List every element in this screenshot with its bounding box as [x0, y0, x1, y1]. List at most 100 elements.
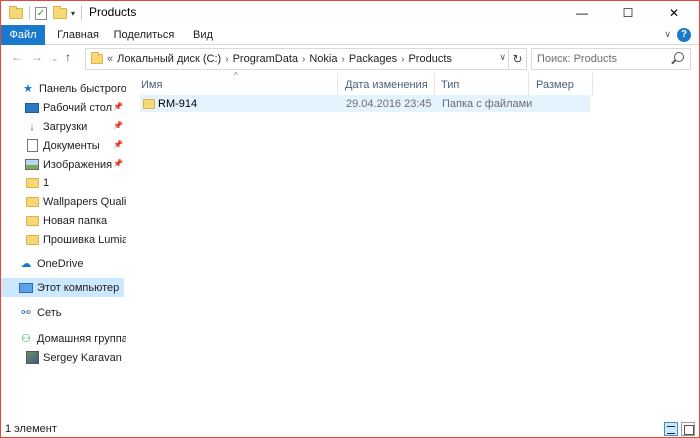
table-row[interactable]: RM-914 29.04.2016 23:45 Папка с файлами: [140, 95, 590, 112]
back-button[interactable]: ←: [11, 50, 23, 64]
tab-home[interactable]: Главная: [51, 25, 105, 45]
up-button[interactable]: ↑: [65, 50, 71, 64]
column-header-date[interactable]: Дата изменения: [338, 77, 434, 94]
item-count: 1 элемент: [5, 423, 57, 435]
folder-icon: [25, 176, 39, 190]
sidebar-item-label: Изображения: [43, 158, 113, 171]
sidebar-item-label: Рабочий стол: [43, 101, 113, 114]
search-input[interactable]: [537, 50, 672, 68]
sidebar-item-quick-access[interactable]: ★ Панель быстрого доступа: [21, 79, 126, 98]
cloud-icon: ☁: [20, 258, 32, 270]
sidebar-item-downloads[interactable]: ↓ Загрузки: [25, 117, 126, 136]
minimize-button[interactable]: —: [559, 1, 605, 25]
title-bar: ✓ ▾ Products — ☐ ✕: [1, 1, 699, 25]
breadcrumb-overflow[interactable]: «: [107, 53, 113, 65]
network-icon: ⚯: [21, 307, 31, 319]
column-divider[interactable]: [592, 73, 593, 95]
breadcrumb-nokia[interactable]: Nokia: [309, 53, 337, 65]
help-icon[interactable]: ?: [677, 28, 691, 42]
sidebar-item-folder-1[interactable]: 1: [25, 173, 126, 192]
sidebar-item-desktop[interactable]: Рабочий стол: [25, 98, 126, 117]
expand-ribbon-button[interactable]: ∨: [664, 29, 671, 40]
folder-icon: [143, 98, 155, 109]
window-title: Products: [89, 5, 137, 19]
refresh-button[interactable]: ↻: [509, 48, 527, 70]
sidebar-item-label: Новая папка: [43, 214, 108, 227]
sidebar-item-label: Сеть: [37, 306, 62, 319]
chevron-right-icon[interactable]: ›: [401, 54, 404, 65]
close-button[interactable]: ✕: [651, 1, 697, 25]
user-icon: [25, 351, 39, 365]
large-icons-view-button[interactable]: [681, 422, 695, 436]
chevron-right-icon[interactable]: ›: [225, 54, 228, 65]
file-type: Папка с файлами: [442, 97, 533, 110]
sidebar-item-label: Панель быстрого доступа: [39, 82, 126, 95]
sidebar-item-pictures[interactable]: Изображения: [25, 155, 126, 174]
file-name: RM-914: [158, 97, 198, 110]
maximize-button[interactable]: ☐: [605, 1, 651, 25]
sidebar-item-new-folder[interactable]: Новая папка: [25, 211, 126, 230]
computer-icon: [19, 281, 33, 295]
pin-icon[interactable]: 📌: [113, 121, 123, 130]
sidebar-item-label: Wallpapers Quality: [43, 195, 126, 208]
sidebar-item-label: 1: [43, 176, 50, 189]
sidebar-item-network[interactable]: ⚯ Сеть: [19, 303, 126, 322]
navigation-pane: ★ Панель быстрого доступа Рабочий стол 📌…: [1, 75, 126, 421]
ribbon-tabs: Файл Главная Поделиться Вид ∨ ?: [1, 25, 699, 45]
pictures-icon: [25, 158, 39, 172]
sidebar-item-onedrive[interactable]: ☁ OneDrive: [19, 254, 126, 273]
pin-icon[interactable]: 📌: [113, 140, 123, 149]
document-icon: [25, 139, 39, 153]
chevron-right-icon[interactable]: ›: [341, 54, 344, 65]
sidebar-item-documents[interactable]: Документы: [25, 136, 126, 155]
column-header-type[interactable]: Тип: [434, 77, 526, 94]
recent-locations-button[interactable]: ⌄: [51, 53, 59, 64]
tab-share[interactable]: Поделиться: [109, 25, 179, 45]
homegroup-icon: ⚇: [21, 333, 31, 345]
chevron-right-icon[interactable]: ›: [302, 54, 305, 65]
new-folder-icon[interactable]: [53, 5, 67, 21]
sidebar-item-label: Sergey Karavan: [43, 351, 122, 364]
details-view-button[interactable]: [664, 422, 678, 436]
properties-icon[interactable]: ✓: [35, 5, 47, 21]
pin-icon[interactable]: 📌: [113, 102, 123, 111]
breadcrumb-packages[interactable]: Packages: [349, 53, 397, 65]
folder-icon: [91, 52, 103, 64]
quick-access-divider: [29, 6, 30, 20]
forward-button[interactable]: →: [31, 50, 43, 64]
search-icon[interactable]: [674, 52, 684, 62]
download-icon: ↓: [29, 120, 35, 133]
breadcrumb-local-disk[interactable]: Локальный диск (C:): [117, 53, 221, 65]
sidebar-item-label: Загрузки: [43, 120, 88, 133]
breadcrumb-products[interactable]: Products: [408, 53, 451, 65]
folder-icon: [25, 195, 39, 209]
sidebar-item-user[interactable]: Sergey Karavan: [25, 348, 126, 367]
sidebar-item-label: Домашняя группа: [37, 332, 126, 345]
title-divider: [81, 6, 82, 20]
chevron-down-icon[interactable]: ∨: [499, 52, 506, 63]
sidebar-item-label: Документы: [43, 139, 100, 152]
column-header-size[interactable]: Размер: [529, 77, 593, 94]
folder-icon: [25, 233, 39, 247]
sidebar-item-this-pc[interactable]: Этот компьютер: [1, 278, 124, 297]
search-box[interactable]: [531, 48, 691, 70]
navigation-bar: ← → ⌄ ↑ « Локальный диск (C:) › ProgramD…: [1, 45, 699, 71]
breadcrumb-programdata[interactable]: ProgramData: [233, 53, 298, 65]
pin-icon[interactable]: 📌: [113, 159, 123, 168]
desktop-icon: [25, 101, 39, 115]
sidebar-item-label: OneDrive: [37, 257, 84, 270]
tab-file[interactable]: Файл: [1, 25, 45, 45]
customize-quick-access-button[interactable]: ▾: [71, 5, 75, 21]
tab-view[interactable]: Вид: [189, 25, 217, 45]
file-list: ^ Имя Дата изменения Тип Размер RM-914 2…: [132, 71, 699, 421]
folder-icon: [25, 214, 39, 228]
sidebar-item-label: Этот компьютер: [37, 281, 120, 294]
sidebar-item-homegroup[interactable]: ⚇ Домашняя группа: [19, 329, 126, 348]
sidebar-item-wallpapers[interactable]: Wallpapers Quality: [25, 192, 126, 211]
status-bar: 1 элемент: [1, 421, 699, 437]
sidebar-item-lumia-firmware[interactable]: Прошивка Lumia 5: [25, 230, 126, 249]
explorer-window: ✓ ▾ Products — ☐ ✕ Файл Главная Поделить…: [0, 0, 700, 438]
folder-icon[interactable]: [9, 5, 23, 21]
address-bar[interactable]: « Локальный диск (C:) › ProgramData › No…: [85, 48, 509, 70]
column-header-name[interactable]: Имя: [134, 77, 334, 94]
